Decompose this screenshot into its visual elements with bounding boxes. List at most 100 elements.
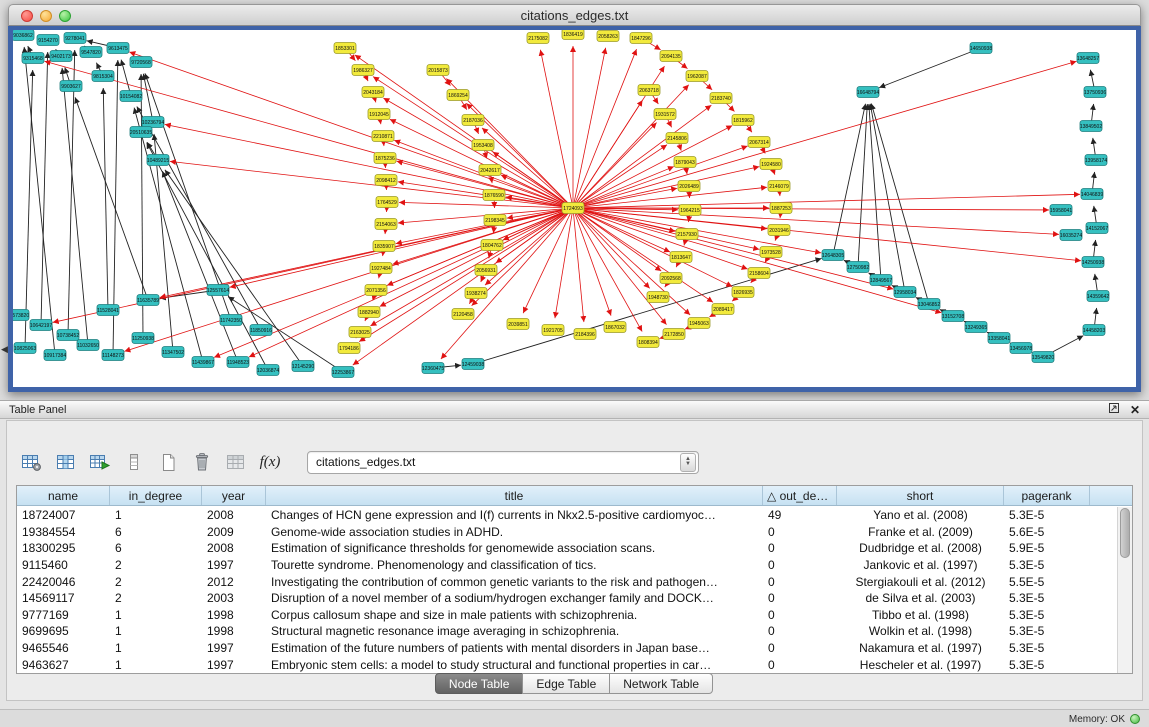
- graph-node[interactable]: 1921705: [542, 325, 564, 336]
- graph-node[interactable]: 12648305: [822, 250, 844, 261]
- graph-node[interactable]: 10917384: [44, 350, 66, 361]
- import-table-button[interactable]: [87, 449, 113, 475]
- graph-node[interactable]: 11439867: [192, 357, 214, 368]
- graph-node[interactable]: 13849502: [1080, 121, 1102, 132]
- graph-node[interactable]: 2056931: [475, 265, 497, 276]
- graph-node[interactable]: 1938274: [465, 288, 487, 299]
- collapse-left-panel-icon[interactable]: ◀: [1, 344, 8, 355]
- scrollbar-thumb[interactable]: [1120, 508, 1130, 558]
- table-row[interactable]: 977716911998Corpus callosum shape and si…: [17, 607, 1117, 624]
- window-titlebar[interactable]: citations_edges.txt: [8, 4, 1141, 26]
- graph-node[interactable]: 11032650: [77, 340, 99, 351]
- table-row[interactable]: 969969511998Structural magnetic resonanc…: [17, 623, 1117, 640]
- graph-node[interactable]: 9815304: [92, 71, 114, 82]
- graph-node[interactable]: 2089417: [712, 304, 734, 315]
- graph-node[interactable]: 13152708: [942, 311, 964, 322]
- column-header-out_de[interactable]: △ out_de…: [763, 486, 837, 505]
- graph-node[interactable]: 1986327: [352, 65, 374, 76]
- table-row[interactable]: 1938455462009Genome-wide association stu…: [17, 524, 1117, 541]
- graph-node[interactable]: 12750982: [847, 262, 869, 273]
- graph-node[interactable]: 9547820: [80, 47, 102, 58]
- close-panel-icon[interactable]: ✕: [1130, 404, 1140, 416]
- graph-node[interactable]: 2039851: [507, 319, 529, 330]
- graph-node[interactable]: 2183740: [710, 93, 732, 104]
- graph-node[interactable]: 13358041: [988, 333, 1010, 344]
- graph-edge[interactable]: [573, 208, 941, 313]
- graph-node[interactable]: 9402173: [50, 51, 72, 62]
- graph-node[interactable]: 13249365: [965, 322, 987, 333]
- graph-edge[interactable]: [62, 68, 88, 345]
- graph-node[interactable]: 12360475: [422, 363, 444, 374]
- graph-node[interactable]: 11635789: [137, 295, 159, 306]
- graph-edge[interactable]: [162, 171, 238, 362]
- graph-node[interactable]: 2094135: [660, 51, 682, 62]
- graph-node[interactable]: 11347502: [162, 347, 184, 358]
- graph-node[interactable]: 11742350: [220, 315, 242, 326]
- graph-node[interactable]: 10236794: [142, 117, 164, 128]
- graph-node[interactable]: 13046852: [918, 299, 940, 310]
- graph-node[interactable]: 1876590: [483, 190, 505, 201]
- graph-node[interactable]: 14359642: [1087, 291, 1109, 302]
- graph-node[interactable]: 2043184: [362, 87, 384, 98]
- graph-node[interactable]: 10825063: [14, 343, 36, 354]
- graph-edge[interactable]: [103, 88, 108, 310]
- graph-edge[interactable]: [573, 48, 606, 208]
- graph-node[interactable]: 12557614: [207, 285, 229, 296]
- graph-node[interactable]: 1869254: [447, 90, 469, 101]
- minimize-button[interactable]: [40, 10, 52, 22]
- table-row[interactable]: 911546021997Tourette syndrome. Phenomeno…: [17, 557, 1117, 574]
- delete-table-button[interactable]: [189, 449, 215, 475]
- graph-edge[interactable]: [25, 70, 33, 348]
- graph-node[interactable]: 9903627: [60, 81, 82, 92]
- tab-edge-table[interactable]: Edge Table: [522, 673, 610, 694]
- graph-node[interactable]: 2187036: [462, 115, 484, 126]
- graph-node[interactable]: 2063718: [638, 85, 660, 96]
- column-header-short[interactable]: short: [837, 486, 1004, 505]
- graph-node[interactable]: 1887253: [770, 203, 792, 214]
- graph-node[interactable]: 20510635: [130, 127, 152, 138]
- table-row[interactable]: 946362711997Embryonic stem cells: a mode…: [17, 656, 1117, 673]
- graph-edge[interactable]: [230, 208, 573, 287]
- graph-node[interactable]: 1953408: [472, 140, 494, 151]
- column-header-pagerank[interactable]: pagerank: [1004, 486, 1090, 505]
- graph-edge[interactable]: [540, 50, 573, 208]
- graph-node[interactable]: 14650938: [970, 43, 992, 54]
- graph-node[interactable]: 14458203: [1083, 325, 1105, 336]
- graph-node[interactable]: 1931572: [654, 109, 676, 120]
- graph-edge[interactable]: [45, 61, 573, 208]
- graph-node[interactable]: 1945063: [688, 318, 710, 329]
- graph-node[interactable]: 10154082: [120, 91, 142, 102]
- graph-node[interactable]: 11528041: [97, 305, 119, 316]
- graph-node[interactable]: 2092568: [660, 273, 682, 284]
- graph-node[interactable]: 1973528: [760, 247, 782, 258]
- graph-node[interactable]: 12958034: [894, 287, 916, 298]
- graph-node[interactable]: 2146079: [768, 181, 790, 192]
- graph-node[interactable]: 13750936: [1084, 87, 1106, 98]
- graph-node[interactable]: 11948523: [227, 357, 249, 368]
- graph-edge[interactable]: [573, 194, 1080, 208]
- graph-edge[interactable]: [555, 208, 573, 318]
- column-button[interactable]: [121, 449, 147, 475]
- graph-edge[interactable]: [879, 48, 981, 88]
- graph-node[interactable]: 14046839: [1081, 189, 1103, 200]
- graph-node[interactable]: 2071356: [365, 285, 387, 296]
- graph-node[interactable]: 12459038: [462, 359, 484, 370]
- graph-edge[interactable]: [143, 74, 153, 122]
- graph-node[interactable]: 1912045: [368, 109, 390, 120]
- graph-node[interactable]: 10573820: [13, 310, 29, 321]
- column-header-name[interactable]: name: [17, 486, 110, 505]
- function-builder-button[interactable]: f(x): [257, 449, 283, 475]
- graph-node[interactable]: 13958174: [1085, 155, 1107, 166]
- graph-node[interactable]: 1927484: [370, 263, 392, 274]
- graph-node[interactable]: 13648257: [1077, 53, 1099, 64]
- graph-node[interactable]: 1924580: [760, 159, 782, 170]
- graph-node[interactable]: 2157930: [676, 229, 698, 240]
- graph-node[interactable]: 1835907: [373, 241, 395, 252]
- graph-node[interactable]: 1836419: [562, 30, 584, 40]
- graph-node[interactable]: 1826935: [732, 287, 754, 298]
- tab-network-table[interactable]: Network Table: [609, 673, 713, 694]
- graph-node[interactable]: 1853301: [334, 43, 356, 54]
- graph-edge[interactable]: [573, 126, 732, 208]
- network-svg[interactable]: 1724093185330119863272043184191204522108…: [13, 30, 1136, 387]
- graph-node[interactable]: 1804762: [481, 240, 503, 251]
